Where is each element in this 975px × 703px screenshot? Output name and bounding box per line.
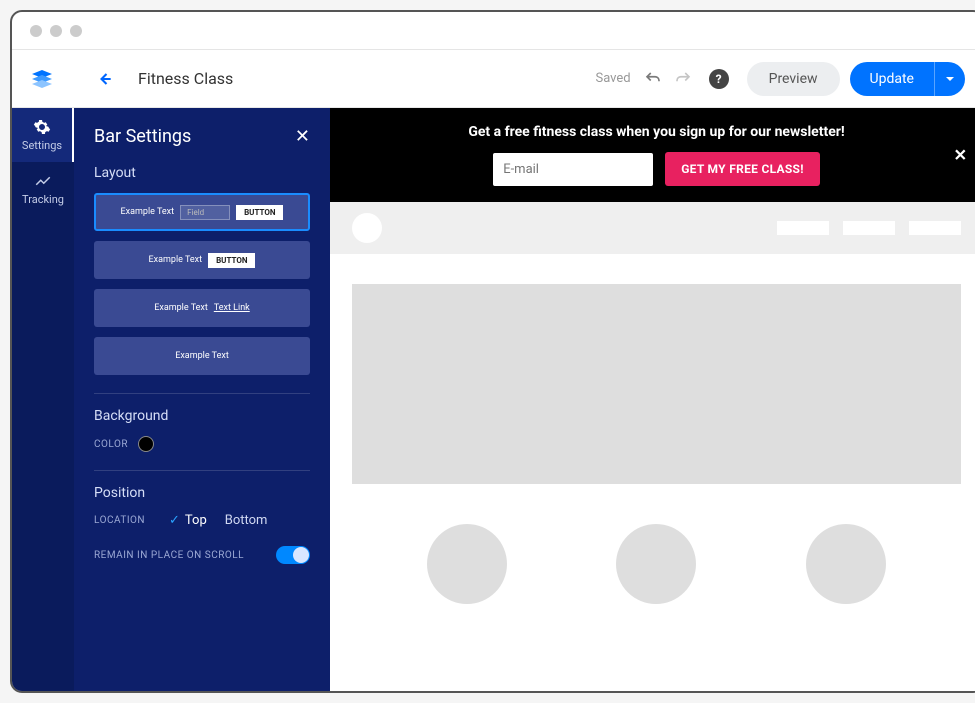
- layout-link-sample: Text Link: [214, 303, 250, 313]
- layout-example-text: Example Text: [121, 207, 175, 217]
- gear-icon: [33, 118, 51, 136]
- saved-status: Saved: [595, 71, 630, 86]
- layout-example-text: Example Text: [175, 351, 229, 361]
- wireframe-hero: [352, 284, 961, 484]
- layout-option-text-field-button[interactable]: Example Text Field BUTTON: [94, 193, 310, 231]
- update-button[interactable]: Update: [850, 62, 934, 96]
- traffic-light-zoom[interactable]: [70, 25, 82, 37]
- layout-section-label: Layout: [94, 165, 310, 181]
- background-section-label: Background: [94, 408, 310, 424]
- left-rail: Settings Tracking: [12, 108, 74, 691]
- preview-button[interactable]: Preview: [747, 62, 840, 96]
- update-dropdown-icon[interactable]: [934, 62, 965, 96]
- rail-tab-tracking-label: Tracking: [22, 193, 64, 206]
- position-option-top[interactable]: ✓ Top: [169, 513, 207, 528]
- email-input[interactable]: [493, 153, 653, 186]
- layout-button-sample: BUTTON: [236, 205, 283, 220]
- promo-headline: Get a free fitness class when you sign u…: [350, 124, 963, 140]
- top-navigation: Fitness Class Saved ? Preview Update: [12, 50, 975, 108]
- browser-frame: Fitness Class Saved ? Preview Update Set…: [10, 10, 975, 693]
- position-top-label: Top: [185, 513, 207, 528]
- color-swatch[interactable]: [138, 436, 154, 452]
- rail-tab-tracking[interactable]: Tracking: [12, 162, 74, 216]
- panel-title: Bar Settings: [94, 126, 191, 147]
- wireframe-preview: [330, 202, 975, 691]
- close-icon[interactable]: ✕: [295, 126, 310, 147]
- position-section-label: Position: [94, 485, 310, 501]
- rail-tab-settings-label: Settings: [22, 139, 62, 152]
- wireframe-header: [330, 202, 975, 254]
- check-icon: ✓: [169, 513, 180, 528]
- undo-icon[interactable]: [641, 67, 665, 91]
- traffic-light-close[interactable]: [30, 25, 42, 37]
- divider: [94, 393, 310, 394]
- toggle-knob: [293, 547, 309, 563]
- layout-button-sample: BUTTON: [208, 253, 255, 268]
- color-label: COLOR: [94, 439, 128, 450]
- wireframe-circle: [806, 524, 886, 604]
- wireframe-circle: [427, 524, 507, 604]
- remain-scroll-label: REMAIN IN PLACE ON SCROLL: [94, 550, 244, 561]
- page-title: Fitness Class: [138, 69, 233, 88]
- settings-panel: Bar Settings ✕ Layout Example Text Field…: [74, 108, 330, 691]
- promo-close-icon[interactable]: ✕: [954, 146, 967, 165]
- wireframe-nav-item: [843, 221, 895, 235]
- promo-bar: Get a free fitness class when you sign u…: [330, 108, 975, 202]
- back-arrow-icon[interactable]: [94, 69, 114, 89]
- remain-scroll-toggle[interactable]: [276, 546, 310, 564]
- layout-option-text-only[interactable]: Example Text: [94, 337, 310, 375]
- app-logo-icon[interactable]: [30, 67, 54, 91]
- layout-field-placeholder: Field: [180, 205, 230, 220]
- wireframe-nav-item: [909, 221, 961, 235]
- position-bottom-label: Bottom: [225, 513, 268, 528]
- help-icon[interactable]: ?: [709, 69, 729, 89]
- wireframe-logo: [352, 213, 382, 243]
- browser-title-bar: [12, 12, 975, 50]
- wireframe-circle: [616, 524, 696, 604]
- position-option-bottom[interactable]: Bottom: [225, 513, 268, 528]
- location-label: LOCATION: [94, 515, 169, 526]
- chart-line-icon: [34, 172, 52, 190]
- layout-option-text-link[interactable]: Example Text Text Link: [94, 289, 310, 327]
- divider: [94, 470, 310, 471]
- preview-area: Get a free fitness class when you sign u…: [330, 108, 975, 691]
- layout-example-text: Example Text: [149, 255, 203, 265]
- cta-button[interactable]: GET MY FREE CLASS!: [665, 152, 820, 186]
- traffic-light-minimize[interactable]: [50, 25, 62, 37]
- layout-option-text-button[interactable]: Example Text BUTTON: [94, 241, 310, 279]
- redo-icon[interactable]: [671, 67, 695, 91]
- rail-tab-settings[interactable]: Settings: [12, 108, 74, 162]
- layout-example-text: Example Text: [154, 303, 208, 313]
- wireframe-nav-item: [777, 221, 829, 235]
